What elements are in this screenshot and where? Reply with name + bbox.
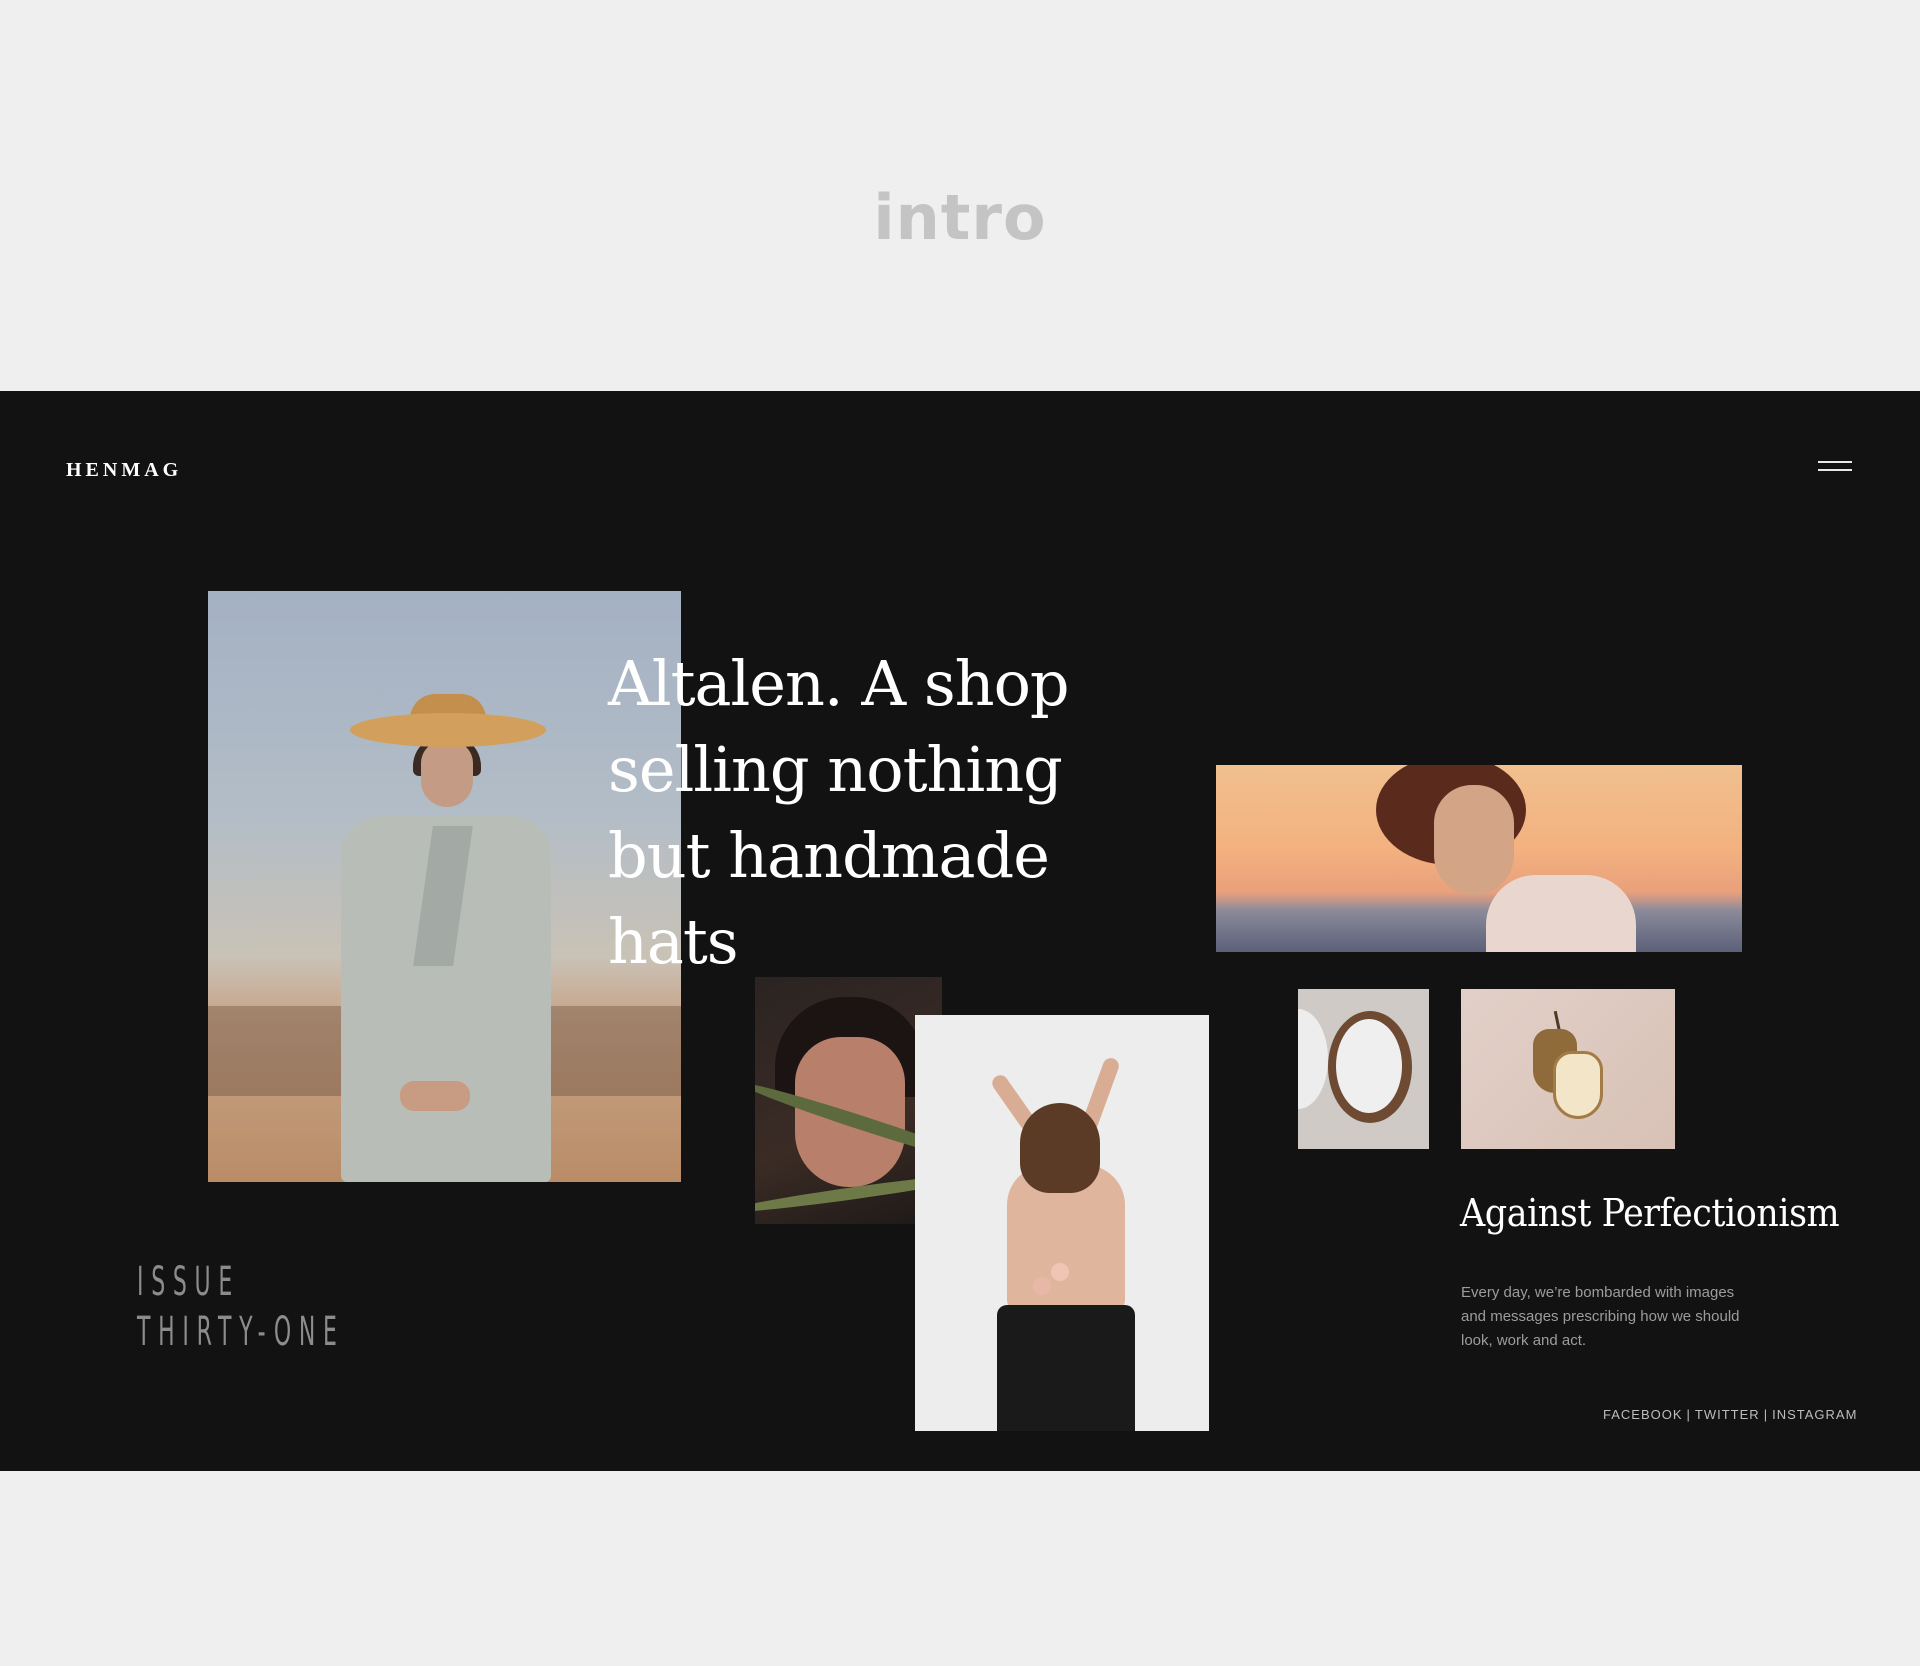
pears-photo <box>1461 989 1675 1149</box>
menu-line-bottom <box>1818 469 1852 471</box>
site-logo[interactable]: HENMAG <box>66 459 182 482</box>
hero-headline[interactable]: Altalen. A shop selling nothing but hand… <box>608 641 1168 985</box>
social-separator: | <box>1763 1407 1769 1422</box>
mirror-photo <box>1298 989 1429 1149</box>
facebook-link[interactable]: FACEBOOK <box>1603 1407 1683 1422</box>
plant-portrait-photo <box>755 977 942 1224</box>
hamburger-menu-icon[interactable] <box>1816 458 1854 476</box>
instagram-link[interactable]: INSTAGRAM <box>1772 1407 1857 1422</box>
hero-section: HENMAG Altalen. A shop selling nothing b… <box>0 391 1920 1471</box>
intro-label: intro <box>873 181 1047 254</box>
issue-line-2: THIRTY-ONE <box>137 1309 345 1355</box>
social-separator: | <box>1686 1407 1691 1422</box>
back-flowers-photo <box>915 1015 1209 1431</box>
sunset-portrait-photo <box>1216 765 1742 952</box>
twitter-link[interactable]: TWITTER <box>1695 1407 1760 1422</box>
social-links: FACEBOOK | TWITTER | INSTAGRAM <box>1603 1407 1857 1422</box>
article-title[interactable]: Against Perfectionism <box>1460 1191 1840 1235</box>
issue-label: ISSUE THIRTY-ONE <box>137 1257 345 1357</box>
issue-line-1: ISSUE <box>137 1259 240 1305</box>
menu-line-top <box>1818 461 1852 463</box>
article-excerpt: Every day, we’re bombarded with images a… <box>1461 1284 1740 1349</box>
